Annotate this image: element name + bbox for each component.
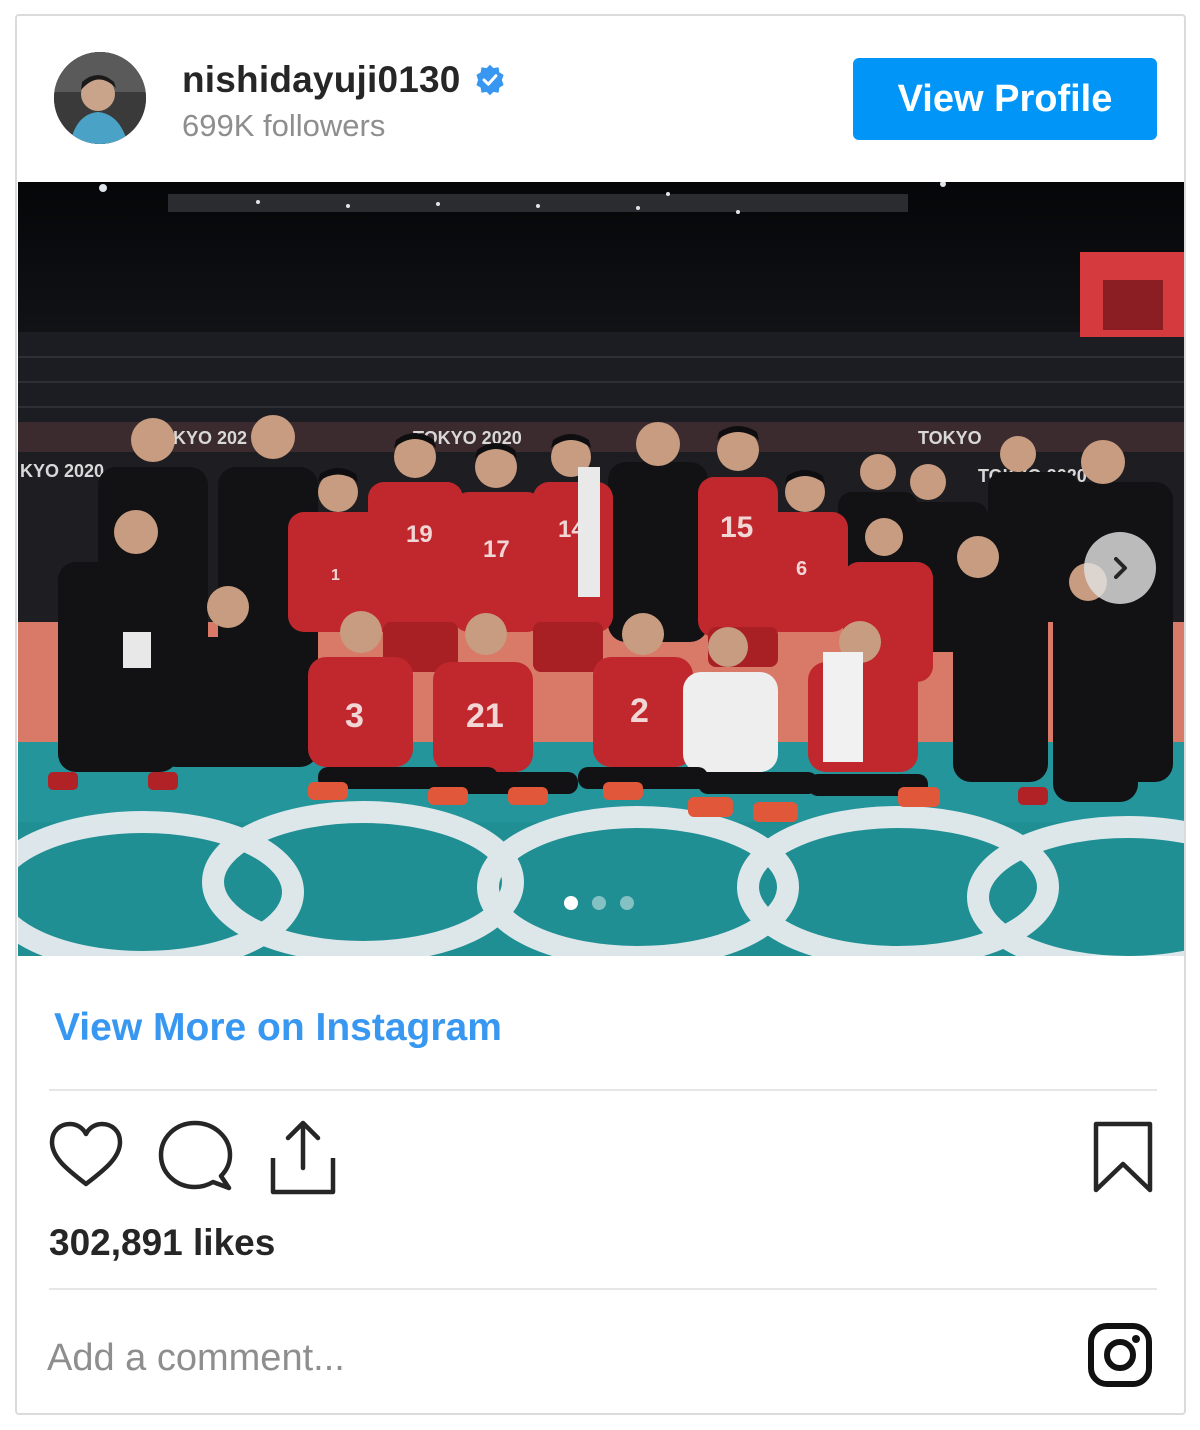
bookmark-icon[interactable] [1092, 1120, 1154, 1194]
jersey-number: 21 [466, 697, 504, 735]
heart-icon[interactable] [48, 1120, 124, 1190]
banner-text: TOKYO [918, 428, 982, 448]
carousel-dot [620, 896, 634, 910]
jersey-number: 15 [720, 511, 753, 544]
likes-count: 302,891 likes [49, 1222, 276, 1263]
verified-badge-icon [475, 64, 504, 96]
jersey-number: 1 [331, 567, 340, 584]
jersey-number: 17 [483, 536, 510, 563]
username[interactable]: nishidayuji0130 [182, 59, 461, 101]
jersey-number: 3 [345, 697, 364, 735]
view-profile-button[interactable]: View Profile [853, 58, 1157, 140]
carousel-dot [592, 896, 606, 910]
chevron-right-icon [1114, 557, 1127, 579]
carousel-indicator [564, 896, 634, 910]
banner-text: KYO 202 [173, 428, 247, 448]
view-more-on-instagram-link[interactable]: View More on Instagram [54, 1006, 502, 1050]
comment-bubble-icon[interactable] [157, 1118, 233, 1194]
post-photo[interactable]: KYO 202 TOKYO 2020 TOKYO KYO 2020 TOKYO … [18, 182, 1184, 956]
jersey-number: 19 [406, 521, 433, 548]
jersey-number: 6 [796, 558, 807, 580]
team-photo-image: KYO 202 TOKYO 2020 TOKYO KYO 2020 TOKYO … [18, 182, 1184, 956]
share-upload-icon[interactable] [268, 1118, 338, 1196]
instagram-logo-icon[interactable] [1087, 1322, 1153, 1388]
divider [49, 1288, 1157, 1290]
banner-text: KYO 2020 [20, 461, 104, 481]
username-row: nishidayuji0130 [182, 58, 507, 102]
jersey-number: 2 [630, 692, 649, 730]
avatar-photo-icon [54, 52, 146, 144]
follower-count: 699K followers [182, 108, 386, 143]
add-comment-input[interactable] [47, 1328, 1057, 1388]
divider [49, 1089, 1157, 1091]
carousel-dot-active [564, 896, 578, 910]
instagram-embed-card: nishidayuji0130 699K followers View Prof… [15, 14, 1186, 1415]
carousel-next-button[interactable] [1084, 532, 1156, 604]
avatar[interactable] [54, 52, 146, 144]
